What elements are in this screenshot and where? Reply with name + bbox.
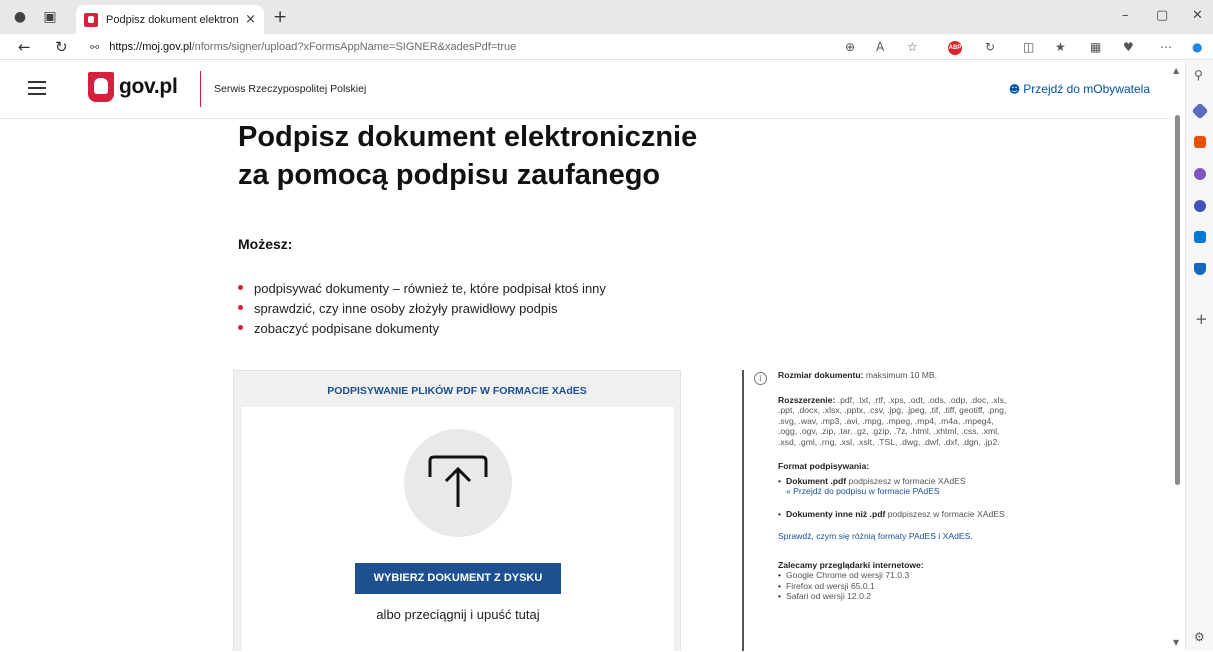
logo-text: gov.pl xyxy=(119,75,178,98)
minimize-button[interactable]: – xyxy=(1122,8,1129,23)
format-info: Format podpisywania: Dokument .pdf podpi… xyxy=(778,461,1012,542)
more-menu-icon[interactable]: ⋯ xyxy=(1160,40,1172,54)
drop-hint: albo przeciągnij i upuść tutaj xyxy=(376,607,540,622)
performance-icon[interactable]: ♥ xyxy=(1123,40,1134,54)
toolbox-icon[interactable] xyxy=(1194,136,1206,148)
adblock-extension-icon[interactable]: ABP xyxy=(948,41,962,55)
capabilities-heading: Możesz: xyxy=(238,236,293,252)
send-icon[interactable] xyxy=(1194,263,1206,275)
eagle-emblem-icon xyxy=(88,72,114,102)
collections-icon[interactable]: ▦ xyxy=(1090,40,1101,54)
split-screen-icon[interactable]: ◫ xyxy=(1023,40,1034,54)
lock-icon: ⚯ xyxy=(90,40,100,54)
url-host: https://moj.gov.pl xyxy=(109,41,192,53)
mobywatel-link[interactable]: ☻ Przejdź do mObywatela xyxy=(1009,82,1150,96)
capabilities-list: podpisywać dokumenty – również te, które… xyxy=(238,279,606,339)
favorite-star-icon[interactable]: ☆ xyxy=(907,40,918,54)
list-item: Dokument .pdf podpiszesz w formacie XAdE… xyxy=(778,476,1012,497)
site-header: gov.pl Serwis Rzeczypospolitej Polskiej … xyxy=(0,61,1170,119)
list-item: Dokumenty inne niż .pdf podpiszesz w for… xyxy=(778,509,1012,520)
pades-link[interactable]: « Przejdź do podpisu w formacie PAdES xyxy=(786,486,940,496)
list-item: Firefox od wersji 65.0.1 xyxy=(778,581,1012,592)
header-subtitle: Serwis Rzeczypospolitej Polskiej xyxy=(214,83,367,95)
person-icon: ☻ xyxy=(1008,83,1021,96)
url-path: /nforms/signer/upload?xFormsAppName=SIGN… xyxy=(191,41,517,53)
extension-label: Rozszerzenie: xyxy=(778,394,836,405)
search-icon[interactable]: ⚲ xyxy=(1194,68,1203,82)
people-icon[interactable] xyxy=(1194,168,1206,180)
gov-logo[interactable]: gov.pl xyxy=(88,72,178,102)
maximize-button[interactable]: ▢ xyxy=(1156,8,1168,23)
info-panel: i Rozmiar dokumentu: maksimum 10 MB. Roz… xyxy=(742,370,1012,651)
new-tab-button[interactable]: + xyxy=(273,9,287,26)
back-icon[interactable]: ← xyxy=(18,38,31,56)
scroll-thumb[interactable] xyxy=(1175,115,1180,485)
upload-icon xyxy=(404,429,512,537)
size-info: Rozmiar dokumentu: maksimum 10 MB. xyxy=(778,370,1012,381)
scroll-down-icon[interactable]: ▼ xyxy=(1173,638,1179,647)
list-item: Safari od wersji 12.0.2 xyxy=(778,591,1012,602)
extension-icon[interactable]: ↻ xyxy=(985,40,995,54)
mobywatel-label: Przejdź do mObywatela xyxy=(1023,82,1150,96)
gov-favicon-icon xyxy=(84,12,98,27)
upload-card: PODPISYWANIE PLIKÓW PDF W FORMACIE XAdES… xyxy=(233,370,681,652)
size-value: maksimum 10 MB. xyxy=(865,370,938,380)
read-aloud-icon[interactable]: A xyxy=(876,40,884,54)
address-bar: ← ↻ ⚯ https://moj.gov.pl/nforms/signer/u… xyxy=(0,34,1213,60)
page-title: Podpisz dokument elektronicznie za pomoc… xyxy=(238,118,838,194)
browser-tab[interactable]: Podpisz dokument elektronicznie × xyxy=(76,5,264,34)
info-icon: i xyxy=(754,372,767,385)
url-field[interactable]: ⚯ https://moj.gov.pl/nforms/signer/uploa… xyxy=(90,37,890,57)
copilot-app-icon[interactable] xyxy=(1194,200,1206,212)
favorites-icon[interactable]: ★ xyxy=(1055,40,1066,54)
page-scrollbar[interactable]: ▲ ▼ xyxy=(1170,60,1184,651)
extension-info: Rozszerzenie: .pdf, .txt, .rtf, .xps, .o… xyxy=(778,395,1012,448)
size-label: Rozmiar dokumentu: xyxy=(778,370,864,380)
profile-icon[interactable]: ● xyxy=(12,9,28,25)
zoom-icon[interactable]: ⊕ xyxy=(845,40,855,54)
outlook-icon[interactable] xyxy=(1194,231,1206,243)
close-window-button[interactable]: ✕ xyxy=(1192,8,1203,23)
tag-icon[interactable] xyxy=(1191,102,1209,120)
refresh-icon[interactable]: ↻ xyxy=(55,38,68,56)
edge-sidebar: ⚲ + ⚙ xyxy=(1185,60,1213,651)
format-title: Format podpisywania: xyxy=(778,461,870,471)
page-title-line1: Podpisz dokument elektronicznie xyxy=(238,121,698,153)
compare-formats-link[interactable]: Sprawdź, czym się różnią formaty PAdES i… xyxy=(778,531,973,541)
drop-zone[interactable]: WYBIERZ DOKUMENT Z DYSKU albo przeciągni… xyxy=(242,407,674,652)
tab-actions-icon[interactable]: ▣ xyxy=(42,9,58,25)
tab-title: Podpisz dokument elektronicznie xyxy=(106,13,239,26)
list-item: zobaczyć podpisane dokumenty xyxy=(238,319,606,339)
upload-heading: PODPISYWANIE PLIKÓW PDF W FORMACIE XAdES xyxy=(327,385,587,397)
scroll-up-icon[interactable]: ▲ xyxy=(1173,66,1179,75)
list-item: Google Chrome od wersji 71.0.3 xyxy=(778,570,1012,581)
header-divider xyxy=(200,71,201,107)
add-sidebar-app-icon[interactable]: + xyxy=(1195,310,1208,328)
list-item: podpisywać dokumenty – również te, które… xyxy=(238,279,606,299)
browser-titlebar: ● ▣ Podpisz dokument elektronicznie × + … xyxy=(0,0,1213,34)
copilot-icon[interactable]: ● xyxy=(1192,40,1202,54)
choose-file-button[interactable]: WYBIERZ DOKUMENT Z DYSKU xyxy=(355,563,561,594)
browsers-info: Zalecamy przeglądarki internetowe: Googl… xyxy=(778,560,1012,602)
tab-close-icon[interactable]: × xyxy=(245,12,256,27)
menu-hamburger-icon[interactable] xyxy=(28,81,46,95)
browsers-title: Zalecamy przeglądarki internetowe: xyxy=(778,559,924,570)
page-title-line2: za pomocą podpisu zaufanego xyxy=(238,159,661,191)
list-item: sprawdzić, czy inne osoby złożyły prawid… xyxy=(238,299,606,319)
settings-gear-icon[interactable]: ⚙ xyxy=(1194,630,1205,644)
